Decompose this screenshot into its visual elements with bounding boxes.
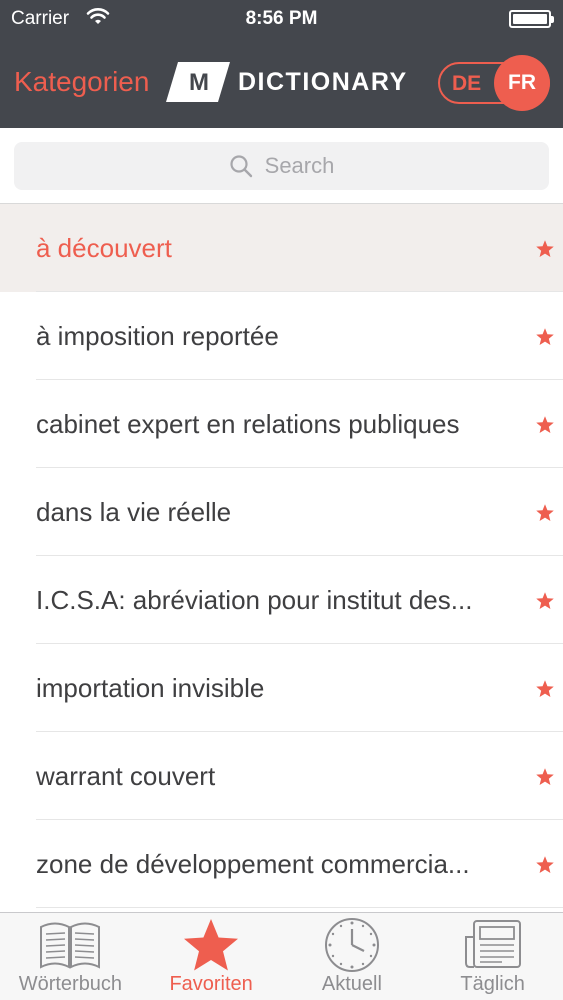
navigation-bar: Kategorien M DICTIONARY DE FR: [0, 40, 563, 128]
list-item-label: dans la vie réelle: [36, 497, 232, 527]
search-icon: [230, 155, 252, 178]
search-section: Search: [0, 128, 563, 204]
list-item[interactable]: à découvert: [0, 204, 563, 292]
language-toggle[interactable]: DE FR: [438, 55, 550, 111]
search-input[interactable]: Search: [14, 142, 549, 190]
favorite-star-icon[interactable]: [535, 591, 555, 611]
list-item[interactable]: zone de développement commercia...: [0, 820, 563, 908]
search-placeholder: Search: [264, 153, 335, 178]
logo-letter: M: [189, 69, 209, 96]
logo-wordmark: DICTIONARY: [238, 67, 408, 96]
favorite-star-icon[interactable]: [535, 503, 555, 523]
clock-icon: [324, 918, 379, 972]
favorite-star-icon[interactable]: [535, 855, 555, 875]
tab-label: Täglich: [460, 973, 525, 995]
categories-back-button[interactable]: Kategorien: [14, 66, 149, 98]
tab-label: Aktuell: [321, 973, 382, 995]
tab-favoriten[interactable]: Favoriten: [141, 913, 282, 1000]
tab-label: Favoriten: [169, 973, 253, 995]
list-item-label: cabinet expert en relations publiques: [36, 409, 460, 439]
list-item-label: I.C.S.A: abréviation pour institut des..…: [36, 585, 473, 615]
tab-bar: Wörterbuch Favoriten Aktuell Täglich: [0, 912, 563, 1000]
language-option-de[interactable]: DE: [452, 72, 481, 96]
tab-aktuell[interactable]: Aktuell: [282, 913, 423, 1000]
favorite-star-icon[interactable]: [535, 239, 555, 259]
list-item[interactable]: I.C.S.A: abréviation pour institut des..…: [0, 556, 563, 644]
favorite-star-icon[interactable]: [535, 327, 555, 347]
tab-label: Wörterbuch: [18, 973, 123, 995]
list-item-label: warrant couvert: [36, 761, 216, 791]
list-item[interactable]: cabinet expert en relations publiques: [0, 380, 563, 468]
newspaper-icon: [464, 920, 521, 968]
list-item[interactable]: dans la vie réelle: [0, 468, 563, 556]
tab-taeglich[interactable]: Täglich: [422, 913, 563, 1000]
battery-icon: [509, 10, 554, 28]
logo-mark: M: [166, 62, 230, 102]
favorite-star-icon[interactable]: [535, 767, 555, 787]
list-item-label: zone de développement commercia...: [36, 849, 470, 879]
star-icon: [184, 919, 239, 971]
tab-woerterbuch[interactable]: Wörterbuch: [0, 913, 141, 1000]
list-item-label: à imposition reportée: [36, 321, 279, 351]
favorite-star-icon[interactable]: [535, 679, 555, 699]
list-item[interactable]: warrant couvert: [0, 732, 563, 820]
favorites-list: à découvert à imposition reportée cabine…: [0, 204, 563, 908]
status-time: 8:56 PM: [245, 8, 318, 29]
app-header: Carrier 8:56 PM Kategorien M DICTIONARY …: [0, 0, 563, 128]
favorite-star-icon[interactable]: [535, 415, 555, 435]
book-icon: [40, 922, 101, 969]
list-item[interactable]: à imposition reportée: [0, 292, 563, 380]
list-item[interactable]: importation invisible: [0, 644, 563, 732]
language-option-fr[interactable]: FR: [494, 55, 550, 111]
status-bar: Carrier 8:56 PM: [0, 0, 563, 40]
list-item-label: à découvert: [36, 233, 172, 263]
list-item-label: importation invisible: [36, 673, 265, 703]
app-logo: M DICTIONARY: [166, 62, 408, 102]
